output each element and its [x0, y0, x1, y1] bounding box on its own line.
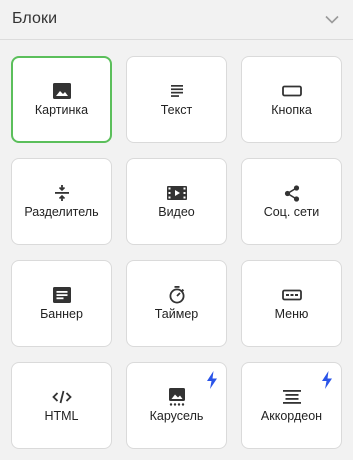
- block-tile-video[interactable]: Видео: [126, 158, 227, 245]
- block-label: Баннер: [40, 307, 83, 321]
- collapse-button[interactable]: [321, 9, 343, 29]
- block-tile-divider[interactable]: Разделитель: [11, 158, 112, 245]
- block-label: Меню: [274, 307, 309, 321]
- block-tile-accordion[interactable]: Аккордеон: [241, 362, 342, 449]
- divider-icon: [51, 183, 73, 203]
- block-tile-timer[interactable]: Таймер: [126, 260, 227, 347]
- block-label: Текст: [160, 103, 193, 117]
- code-icon: [51, 387, 73, 407]
- block-label: Карусель: [149, 409, 204, 423]
- blocks-grid: Картинка Текст Кнопка Разделитель Видео …: [11, 56, 342, 449]
- image-icon: [51, 81, 73, 101]
- block-tile-menu[interactable]: Меню: [241, 260, 342, 347]
- block-label: Таймер: [154, 307, 199, 321]
- block-label: Аккордеон: [260, 409, 323, 423]
- block-label: Соц. сети: [263, 205, 320, 219]
- block-tile-banner[interactable]: Баннер: [11, 260, 112, 347]
- button-icon: [281, 81, 303, 101]
- chevron-down-icon: [325, 15, 339, 24]
- banner-icon: [51, 285, 73, 305]
- block-tile-social[interactable]: Соц. сети: [241, 158, 342, 245]
- block-tile-button[interactable]: Кнопка: [241, 56, 342, 143]
- accordion-icon: [281, 387, 303, 407]
- lightning-icon: [322, 371, 332, 389]
- carousel-icon: [166, 387, 188, 407]
- menu-icon: [281, 285, 303, 305]
- block-tile-text[interactable]: Текст: [126, 56, 227, 143]
- blocks-panel-header: Блоки: [0, 0, 353, 40]
- timer-icon: [166, 285, 188, 305]
- video-icon: [166, 183, 188, 203]
- lightning-icon: [207, 371, 217, 389]
- block-tile-html[interactable]: HTML: [11, 362, 112, 449]
- text-icon: [166, 81, 188, 101]
- block-label: HTML: [44, 409, 79, 423]
- block-label: Кнопка: [271, 103, 312, 117]
- block-label: Видео: [158, 205, 195, 219]
- share-icon: [281, 183, 303, 203]
- block-tile-carousel[interactable]: Карусель: [126, 362, 227, 449]
- block-label: Картинка: [34, 103, 89, 117]
- block-label: Разделитель: [24, 205, 99, 219]
- panel-title: Блоки: [12, 10, 58, 27]
- block-tile-image[interactable]: Картинка: [11, 56, 112, 143]
